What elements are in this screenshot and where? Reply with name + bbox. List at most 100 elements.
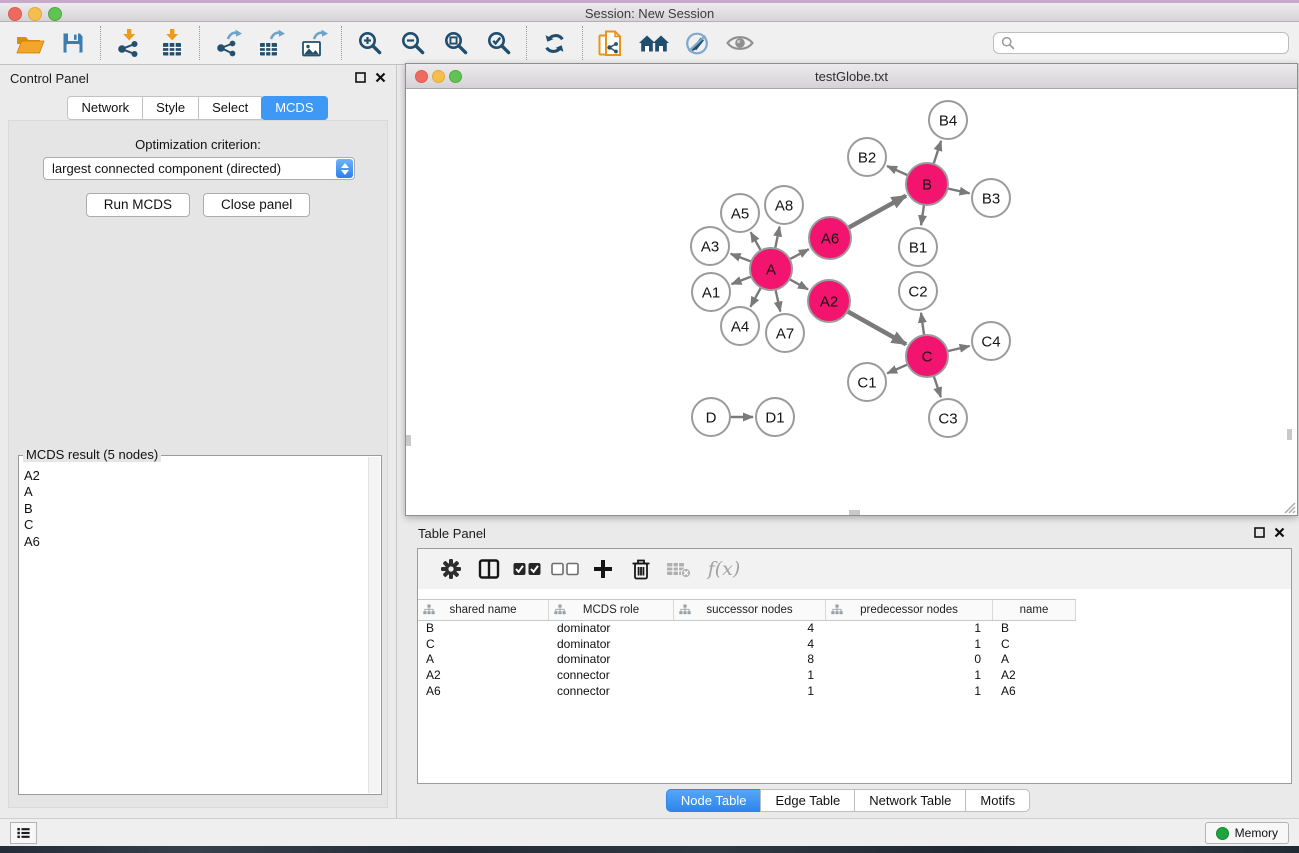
toolbar-separator [582,26,583,60]
export-image-button[interactable] [292,24,335,62]
tab-style[interactable]: Style [142,96,199,120]
show-columns-button[interactable] [470,552,508,586]
export-network-button[interactable] [206,24,249,62]
result-item-A6[interactable]: A6 [24,534,367,550]
result-item-C[interactable]: C [24,517,367,533]
toolbar-separator [100,26,101,60]
node-label-A5: A5 [731,205,749,222]
result-item-B[interactable]: B [24,501,367,517]
show-graphics-details-button[interactable] [718,24,761,62]
select-all-columns-button[interactable] [508,552,546,586]
run-mcds-button[interactable]: Run MCDS [86,193,190,217]
column-type-icon [831,604,843,615]
network-window: testGlobe.txt B4B2BB3A8A5A6A3B1AC2A1A2A4… [405,63,1298,516]
column-header-successor-nodes[interactable]: successor nodes [674,600,826,620]
zoom-in-icon [357,30,383,56]
select-stepper-icon[interactable] [336,159,353,178]
main-toolbar [0,22,1299,65]
column-header-predecessor-nodes[interactable]: predecessor nodes [826,600,993,620]
result-item-A[interactable]: A [24,484,367,500]
gear-icon [439,557,463,581]
column-type-icon [423,604,435,615]
tab-network[interactable]: Network [67,96,143,120]
node-label-C1: C1 [857,374,876,391]
result-item-A2[interactable]: A2 [24,468,367,484]
tab-motifs[interactable]: Motifs [965,789,1030,812]
network-canvas[interactable]: B4B2BB3A8A5A6A3B1AC2A1A2A4A7C4CC1DD1C3 [406,89,1297,515]
zoom-out-icon [400,30,426,56]
column-header-name[interactable]: name [993,600,1076,620]
node-label-B1: B1 [909,239,927,256]
deselect-all-columns-button[interactable] [546,552,584,586]
save-icon [61,31,85,55]
columns-icon [477,557,501,581]
search-input[interactable] [1016,33,1288,53]
table-row-B[interactable]: Bdominator41B [418,620,1291,636]
status-bar: Memory [0,818,1299,846]
float-table-panel-icon[interactable] [1254,527,1265,538]
memory-button[interactable]: Memory [1205,822,1289,844]
table-row-A6[interactable]: A6connector11A6 [418,683,1291,699]
close-panel-button[interactable]: Close panel [203,193,310,217]
refresh-icon [542,31,567,56]
canvas-left-scroll-mark[interactable] [406,435,411,446]
column-type-icon [554,604,566,615]
home-button[interactable] [632,24,675,62]
delete-table-icon [666,559,692,579]
save-session-button[interactable] [51,24,94,62]
tab-select[interactable]: Select [198,96,262,120]
close-panel-icon[interactable] [375,72,386,83]
node-label-A1: A1 [702,284,720,301]
export-table-button[interactable] [249,24,292,62]
table-toolbar: f(x) [418,549,1291,589]
node-label-A: A [766,261,776,278]
close-table-panel-icon[interactable] [1274,527,1285,538]
export-image-icon [299,28,329,58]
session-search[interactable] [993,32,1289,54]
hide-graphics-details-button[interactable] [675,24,718,62]
table-settings-button[interactable] [432,552,470,586]
refresh-view-button[interactable] [533,24,576,62]
clone-network-button[interactable] [589,24,632,62]
node-label-C2: C2 [908,283,927,300]
memory-label: Memory [1235,826,1278,840]
zoom-fit-button[interactable] [434,24,477,62]
zoom-out-button[interactable] [391,24,434,62]
tab-network-table[interactable]: Network Table [854,789,966,812]
tab-edge-table[interactable]: Edge Table [760,789,855,812]
import-network-button[interactable] [107,24,150,62]
import-table-button[interactable] [150,24,193,62]
result-scrollbar[interactable] [368,457,380,793]
tab-mcds[interactable]: MCDS [261,96,327,120]
node-label-A3: A3 [701,238,719,255]
table-header: shared nameMCDS rolesuccessor nodesprede… [418,599,1076,621]
plus-icon [592,558,614,580]
zoom-selected-button[interactable] [477,24,520,62]
window-titlebar[interactable]: Session: New Session [0,0,1299,22]
checked-boxes-icon [513,562,541,576]
zoom-in-button[interactable] [348,24,391,62]
table-row-A[interactable]: Adominator80A [418,652,1291,668]
optimization-criterion-label: Optimization criterion: [9,137,387,152]
table-row-A2[interactable]: A2connector11A2 [418,667,1291,683]
canvas-bottom-scroll-mark[interactable] [849,510,860,515]
delete-table-button[interactable] [660,552,698,586]
canvas-right-scroll-mark[interactable] [1287,429,1292,440]
float-panel-icon[interactable] [355,72,366,83]
resize-grip-icon[interactable] [1282,500,1296,514]
function-builder-button[interactable]: f(x) [698,552,750,586]
delete-column-button[interactable] [622,552,660,586]
task-history-button[interactable] [10,822,37,844]
create-column-button[interactable] [584,552,622,586]
column-header-shared-name[interactable]: shared name [418,600,549,620]
table-panel-title: Table Panel [418,526,486,541]
node-table: f(x) shared nameMCDS rolesuccessor nodes… [417,548,1292,784]
tab-node-table[interactable]: Node Table [666,789,762,812]
control-panel: Control Panel NetworkStyleSelectMCDS Opt… [0,65,397,818]
table-row-C[interactable]: Cdominator41C [418,636,1291,652]
criterion-select[interactable]: largest connected component (directed) [43,157,355,180]
open-folder-icon [15,31,45,56]
network-window-titlebar[interactable]: testGlobe.txt [406,64,1297,89]
column-header-MCDS-role[interactable]: MCDS role [549,600,674,620]
open-session-button[interactable] [8,24,51,62]
